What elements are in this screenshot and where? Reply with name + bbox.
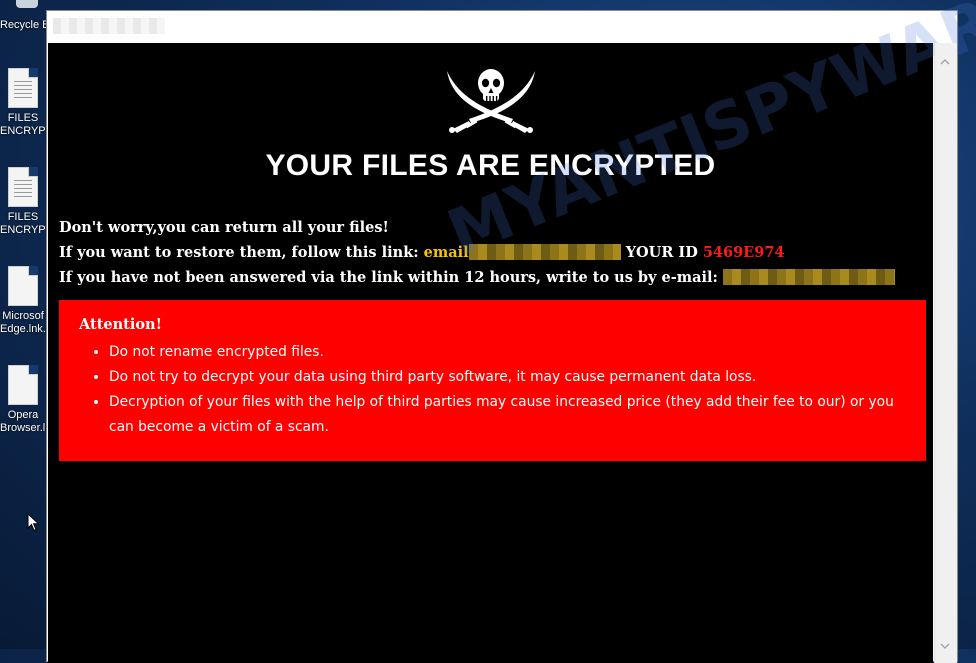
- skull-crossed-swords-icon: [447, 69, 535, 133]
- reassurance-line: Don't worry,you can return all your file…: [59, 219, 389, 236]
- desktop-file-label-line1: FILES: [7, 211, 39, 223]
- victim-id-value: 5469E974: [702, 244, 785, 261]
- recycle-bin-graphic: [16, 0, 38, 8]
- warning-list: Do not rename encrypted files. Do not tr…: [83, 340, 909, 440]
- document-icon: [8, 365, 38, 405]
- document-icon: [8, 266, 38, 306]
- list-item: Do not rename encrypted files.: [109, 340, 909, 365]
- document-icon: [8, 167, 38, 207]
- desktop-file-label-line2: Browser.ln: [0, 422, 46, 434]
- mouse-cursor-icon: [27, 513, 40, 532]
- backup-contact-line: If you have not been answered via the li…: [59, 265, 919, 290]
- list-item: Decryption of your files with the help o…: [109, 390, 909, 440]
- scroll-down-arrow-icon[interactable]: [940, 641, 950, 651]
- page-title: YOUR FILES ARE ENCRYPTED: [265, 149, 716, 182]
- document-icon: [8, 68, 38, 108]
- restore-link-prefix: If you want to restore them, follow this…: [59, 244, 424, 261]
- recycle-bin-icon[interactable]: Recycle B: [0, 0, 46, 38]
- instructions-block: Don't worry,you can return all your file…: [59, 215, 919, 290]
- restore-link-line: If you want to restore them, follow this…: [59, 240, 919, 265]
- id-label: YOUR ID: [620, 244, 703, 261]
- desktop-file-label-line1: Opera: [7, 409, 39, 421]
- redacted-email: [468, 244, 621, 260]
- desktop-file-icon-4[interactable]: Opera Browser.ln: [0, 365, 46, 435]
- vertical-scrollbar[interactable]: [934, 43, 957, 663]
- contact-email-link[interactable]: email: [424, 244, 469, 261]
- desktop-file-label-line2: ENCRYPTE: [0, 125, 46, 137]
- list-item: Do not try to decrypt your data using th…: [109, 365, 909, 390]
- ransom-note-window: YOUR FILES ARE ENCRYPTED Don't worry,you…: [46, 0, 976, 663]
- desktop-file-icon-2[interactable]: FILES ENCRYPTE: [0, 167, 46, 237]
- desktop-file-label-line1: Microsof: [2, 310, 44, 322]
- desktop-file-label-line1: FILES: [7, 112, 39, 124]
- window-titlebar[interactable]: [47, 11, 957, 42]
- desktop-file-label-line2: Edge.lnk.id: [0, 323, 46, 335]
- scroll-up-arrow-icon[interactable]: [940, 57, 950, 67]
- recycle-bin-label: Recycle B: [0, 19, 46, 31]
- backup-contact-text: If you have not been answered via the li…: [59, 269, 718, 286]
- window-title-redacted: [53, 18, 165, 34]
- desktop-file-label-line2: ENCRYPTE: [0, 224, 46, 236]
- attention-title: Attention!: [79, 316, 162, 333]
- ransom-note-content: YOUR FILES ARE ENCRYPTED Don't worry,you…: [48, 0, 976, 663]
- redacted-backup-email: [722, 269, 895, 285]
- desktop-file-icon-3[interactable]: Microsof Edge.lnk.id: [0, 266, 46, 336]
- desktop-file-icon-1[interactable]: FILES ENCRYPTE: [0, 68, 46, 138]
- attention-box: Attention! Do not rename encrypted files…: [59, 300, 926, 461]
